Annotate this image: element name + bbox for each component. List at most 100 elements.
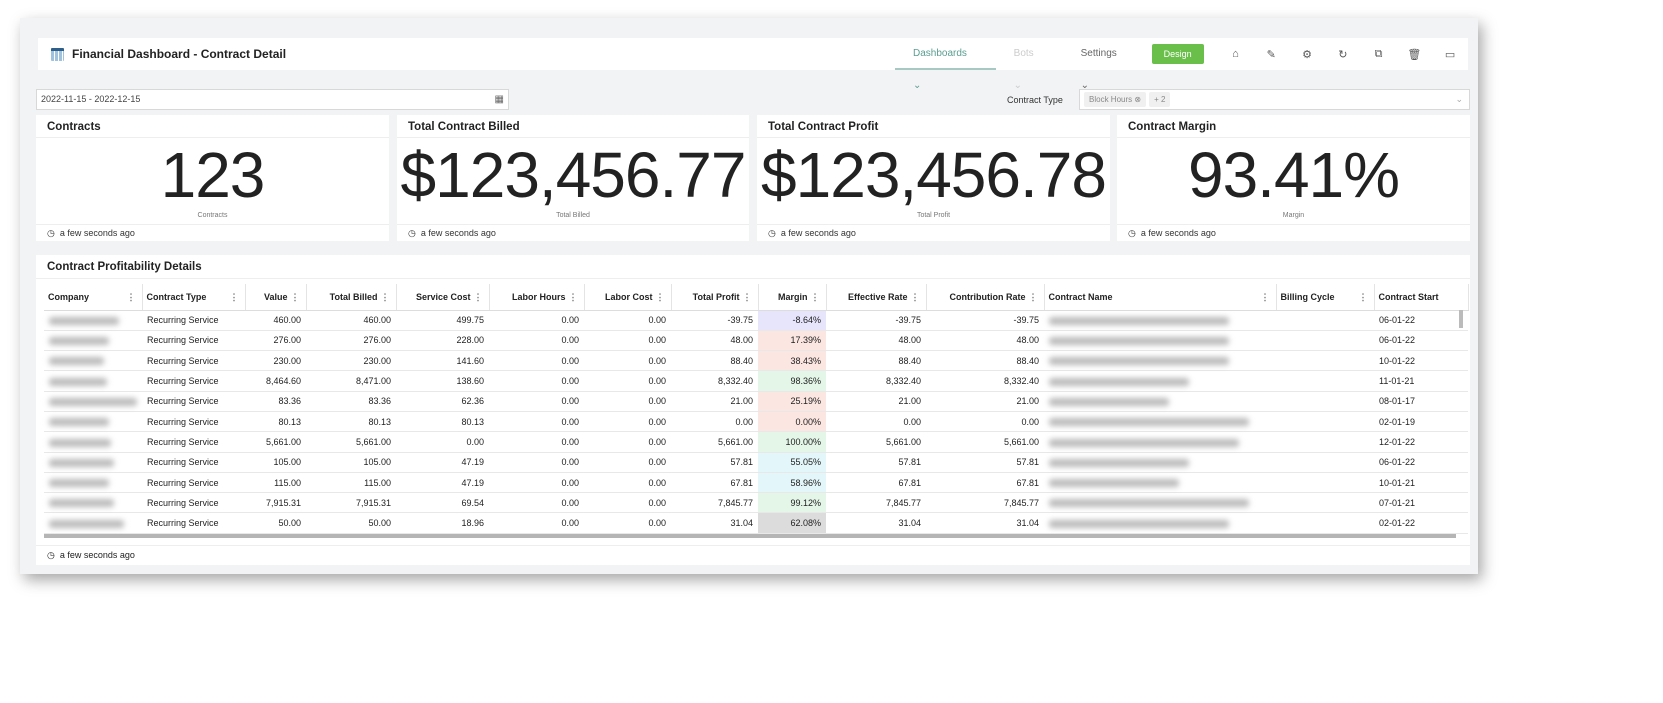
column-header-value[interactable]: Value ⋮: [245, 284, 307, 311]
cell-labor-cost: 0.00: [584, 492, 671, 514]
card-value: 93.41%: [1187, 139, 1400, 211]
column-header-service-cost[interactable]: Service Cost ⋮: [396, 284, 490, 311]
column-menu-icon[interactable]: ⋮: [381, 292, 390, 303]
table-row[interactable]: Recurring Service 80.13 80.13 80.13 0.00 0.00…: [44, 411, 1468, 433]
cell-value: 460.00: [245, 310, 306, 331]
column-menu-icon[interactable]: ⋮: [474, 292, 483, 303]
nav-settings[interactable]: Settings ⌄: [1063, 38, 1146, 91]
cell-contribution-rate: 5,661.00: [926, 431, 1044, 453]
horizontal-scrollbar[interactable]: [44, 534, 1456, 538]
cell-contract-type: Recurring Service: [142, 330, 245, 352]
cell-contract-type: Recurring Service: [142, 391, 245, 412]
column-menu-icon[interactable]: ⋮: [1359, 292, 1368, 303]
cell-effective-rate: 0.00: [826, 411, 926, 433]
column-menu-icon[interactable]: ⋮: [230, 292, 239, 303]
chip-remove-icon[interactable]: ⊗: [1134, 95, 1141, 104]
cell-service-cost: 228.00: [396, 330, 489, 352]
column-menu-icon[interactable]: ⋮: [1029, 292, 1038, 303]
column-menu-icon[interactable]: ⋮: [127, 292, 136, 303]
contract-type-chip[interactable]: Block Hours ⊗: [1084, 92, 1147, 107]
home-settings-icon[interactable]: ⌂: [1218, 48, 1254, 60]
cell-contract-type: Recurring Service: [142, 411, 245, 433]
date-range-input[interactable]: 2022-11-15 - 2022-12-15 ▦: [36, 89, 509, 110]
redacted-text: [49, 397, 137, 406]
column-menu-icon[interactable]: ⋮: [656, 292, 665, 303]
table-row[interactable]: Recurring Service 230.00 230.00 141.60 0.00 0…: [44, 350, 1468, 372]
cell-contribution-rate: 0.00: [926, 411, 1044, 433]
column-header-label: Total Profit: [692, 291, 740, 302]
table-row[interactable]: Recurring Service 7,915.31 7,915.31 69.54 0.…: [44, 492, 1468, 514]
table-row[interactable]: Recurring Service 50.00 50.00 18.96 0.00 0.00…: [44, 512, 1468, 534]
cell-service-cost: 47.19: [396, 472, 489, 494]
contract-type-select[interactable]: Block Hours ⊗ + 2 ⌄: [1079, 89, 1470, 110]
table-row[interactable]: Recurring Service 105.00 105.00 47.19 0.00 0.…: [44, 452, 1468, 473]
updated-text: a few seconds ago: [780, 228, 856, 238]
card-total-profit: Total Contract Profit $123,456.78 Total …: [757, 115, 1110, 241]
clock-icon: ◷: [47, 550, 55, 560]
column-header-billing-cycle[interactable]: Billing Cycle ⋮: [1276, 284, 1375, 311]
calendar-icon[interactable]: ▦: [495, 90, 504, 109]
column-header-total-billed[interactable]: Total Billed ⋮: [306, 284, 397, 311]
cell-margin: 0.00%: [758, 411, 826, 433]
nav-dashboards[interactable]: Dashboards ⌄: [895, 38, 996, 91]
column-menu-icon[interactable]: ⋮: [811, 292, 820, 303]
cell-value: 83.36: [245, 391, 306, 412]
trash-icon[interactable]: 🗑: [1396, 48, 1432, 61]
table-row[interactable]: Recurring Service 83.36 83.36 62.36 0.00 0.00…: [44, 391, 1468, 412]
column-header-contract-start[interactable]: Contract Start: [1374, 284, 1469, 311]
column-header-contract-type[interactable]: Contract Type ⋮: [142, 284, 246, 311]
cell-labor-hours: 0.00: [489, 431, 584, 453]
column-header-labor-cost[interactable]: Labor Cost ⋮: [584, 284, 672, 311]
cell-effective-rate: 31.04: [826, 512, 926, 534]
cell-contract-type: Recurring Service: [142, 452, 245, 473]
column-menu-icon[interactable]: ⋮: [569, 292, 578, 303]
present-icon[interactable]: ▭: [1432, 48, 1468, 61]
cell-contribution-rate: 57.81: [926, 452, 1044, 473]
cell-effective-rate: 48.00: [826, 330, 926, 352]
cell-contract-start: 07-01-21: [1374, 492, 1468, 514]
cell-margin: -8.64%: [758, 310, 826, 331]
contract-type-more[interactable]: + 2: [1149, 92, 1171, 107]
table-row[interactable]: Recurring Service 115.00 115.00 47.19 0.00 0.…: [44, 472, 1468, 494]
table-row[interactable]: Recurring Service 460.00 460.00 499.75 0.00 0…: [44, 310, 1468, 331]
column-header-margin[interactable]: Margin ⋮: [758, 284, 827, 311]
nav-bots[interactable]: Bots ⌄: [996, 38, 1063, 91]
pencil-icon[interactable]: ✎: [1253, 48, 1289, 61]
cell-contribution-rate: 7,845.77: [926, 492, 1044, 514]
redacted-text: [49, 519, 124, 528]
chevron-down-icon[interactable]: ⌄: [1455, 94, 1463, 105]
cell-total-profit: 0.00: [671, 411, 758, 433]
cell-value: 115.00: [245, 472, 306, 494]
copy-icon[interactable]: ⧉: [1361, 48, 1397, 61]
column-header-company[interactable]: Company ⋮: [44, 284, 143, 311]
cell-company: [44, 350, 142, 372]
redacted-text: [49, 479, 109, 488]
column-header-label: Margin: [777, 291, 808, 302]
gear-icon[interactable]: ⚙: [1289, 48, 1325, 61]
column-menu-icon[interactable]: ⋮: [743, 292, 752, 303]
column-menu-icon[interactable]: ⋮: [911, 292, 920, 303]
refresh-icon[interactable]: ↻: [1325, 48, 1361, 61]
cell-contribution-rate: 67.81: [926, 472, 1044, 494]
cell-value: 7,915.31: [245, 492, 306, 514]
cell-company: [44, 310, 142, 331]
column-header-effective-rate[interactable]: Effective Rate ⋮: [826, 284, 927, 311]
cell-labor-hours: 0.00: [489, 452, 584, 473]
column-header-contribution-rate[interactable]: Contribution Rate ⋮: [926, 284, 1045, 311]
column-header-labor-hours[interactable]: Labor Hours ⋮: [489, 284, 585, 311]
table-row[interactable]: Recurring Service 276.00 276.00 228.00 0.00 0…: [44, 330, 1468, 352]
column-header-total-profit[interactable]: Total Profit ⋮: [671, 284, 759, 311]
redacted-text: [49, 337, 109, 346]
table-row[interactable]: Recurring Service 5,661.00 5,661.00 0.00 0.0…: [44, 431, 1468, 453]
cell-labor-cost: 0.00: [584, 512, 671, 534]
vertical-scrollbar[interactable]: [1459, 310, 1463, 328]
table-row[interactable]: Recurring Service 8,464.60 8,471.00 138.60 0…: [44, 370, 1468, 392]
cell-contribution-rate: 88.40: [926, 350, 1044, 372]
cell-total-profit: 31.04: [671, 512, 758, 534]
column-header-contract-name[interactable]: Contract Name ⋮: [1044, 284, 1277, 311]
design-button[interactable]: Design: [1151, 44, 1204, 64]
column-menu-icon[interactable]: ⋮: [1261, 292, 1270, 303]
cell-contract-name: [1044, 391, 1276, 412]
column-menu-icon[interactable]: ⋮: [291, 292, 300, 303]
cell-value: 5,661.00: [245, 431, 306, 453]
